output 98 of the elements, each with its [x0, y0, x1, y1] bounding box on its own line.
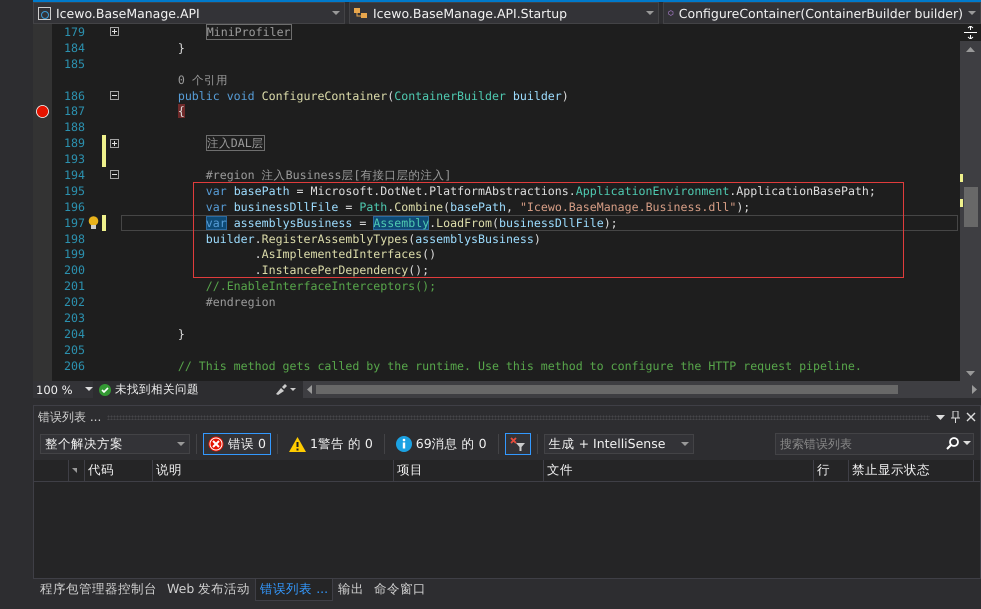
class-icon: [354, 7, 368, 19]
vertical-scrollbar[interactable]: [960, 24, 981, 381]
change-marker: [960, 174, 963, 182]
line-number: 188: [64, 120, 85, 134]
breakpoint-icon[interactable]: [36, 104, 49, 118]
web-project-icon: [38, 6, 51, 20]
code-line: // This method gets called by the runtime. Use this method to configure the HTTP request pipeline.: [176, 360, 862, 372]
code-line: builder.RegisterAssemblyTypes(assemblysBusiness): [204, 232, 541, 245]
change-marker: [960, 199, 963, 207]
code-line: #endregion: [204, 296, 276, 308]
line-number: 189: [64, 136, 85, 150]
brush-icon[interactable]: [275, 384, 297, 395]
caret-icon: [968, 10, 976, 16]
horizontal-scrollbar[interactable]: [303, 381, 981, 398]
line-number: 184: [64, 40, 85, 55]
message-filter-button[interactable]: 69消息 的 0: [390, 433, 492, 455]
scroll-right-icon[interactable]: [972, 385, 977, 394]
scroll-left-icon[interactable]: [307, 385, 312, 394]
line-number: 194: [64, 168, 85, 182]
column-header[interactable]: 文件: [547, 462, 573, 479]
column-header[interactable]: 代码: [88, 462, 114, 479]
code-line: #region 注入Business层[有接口层的注入]: [204, 168, 452, 181]
code-line: }: [176, 42, 185, 54]
panel-tab[interactable]: 命令窗口: [369, 579, 432, 601]
line-number: 199: [64, 247, 85, 262]
filter-button[interactable]: [504, 433, 531, 455]
drag-grip[interactable]: [107, 414, 930, 420]
scroll-thumb[interactable]: [316, 385, 898, 394]
expand-icon[interactable]: [110, 27, 118, 36]
error-filter-button[interactable]: 错误 0: [203, 433, 271, 455]
scroll-up-icon[interactable]: [966, 47, 975, 53]
split-icon: [964, 26, 977, 39]
line-number: 196: [64, 200, 85, 214]
line-number: 200: [64, 263, 85, 278]
member-dropdown[interactable]: ConfigureContainer(ContainerBuilder builder): [663, 2, 981, 24]
warning-icon: [288, 436, 306, 452]
code-line: public void ConfigureContainer(ContainerBuilder builder): [176, 90, 569, 102]
zoom-dropdown[interactable]: 100 %: [33, 381, 93, 398]
code-line: var assemblysBusiness = Assembly.LoadFrom(businessDllFile);: [204, 216, 618, 229]
panel-tab[interactable]: 程序包管理器控制台: [35, 579, 162, 601]
search-icon[interactable]: [946, 437, 959, 450]
scroll-down-icon[interactable]: [966, 371, 975, 377]
reference-count[interactable]: 0 个引用: [122, 74, 228, 86]
line-number: 202: [64, 295, 85, 310]
code-line: //.EnableInterfaceInterceptors();: [204, 280, 436, 292]
caret-icon: [680, 442, 689, 446]
line-number: 185: [64, 56, 85, 71]
info-icon: [396, 436, 412, 452]
line-number: 206: [64, 358, 85, 373]
scope-dropdown[interactable]: 整个解决方案: [40, 434, 190, 454]
caret-icon: [963, 441, 971, 446]
line-number: 204: [64, 326, 85, 341]
line-number: 203: [64, 310, 85, 325]
caret-icon: [332, 10, 340, 16]
code-line: var basePath = Microsoft.DotNet.PlatformAbstractions.ApplicationEnvironment.ApplicationBasePath;: [204, 184, 876, 197]
panel-tab[interactable]: 输出: [333, 579, 370, 601]
collapse-icon[interactable]: [110, 91, 118, 100]
line-number: 197: [64, 216, 85, 230]
line-number: 198: [64, 232, 85, 246]
expand-icon[interactable]: [110, 138, 118, 148]
column-header[interactable]: 禁止显示状态: [852, 462, 930, 479]
line-number: 187: [64, 104, 85, 118]
line-number: 205: [64, 342, 85, 357]
column-header[interactable]: 行: [817, 462, 830, 479]
issues-status[interactable]: 未找到相关问题: [115, 382, 199, 397]
collapse-icon[interactable]: [110, 170, 118, 180]
caret-icon: [646, 10, 654, 16]
filter-icon: [510, 437, 526, 451]
sort-icon[interactable]: [72, 468, 77, 473]
caret-icon: [85, 387, 93, 392]
caret-icon[interactable]: [936, 414, 945, 420]
line-number: 186: [64, 88, 85, 102]
code-line: var businessDllFile = Path.Combine(basePath, "Icewo.BaseManage.Business.dll");: [204, 200, 750, 213]
split-button[interactable]: [960, 24, 981, 41]
panel-title: 错误列表 ...: [38, 408, 102, 426]
column-header[interactable]: 项目: [397, 462, 423, 479]
scroll-thumb[interactable]: [964, 187, 978, 227]
warning-filter-button[interactable]: 1警告 的 0: [284, 433, 378, 455]
code-line: }: [176, 328, 185, 340]
line-number: 179: [64, 24, 85, 39]
panel-tab[interactable]: Web 发布活动: [162, 579, 256, 601]
lightbulb-icon[interactable]: [88, 216, 99, 230]
search-field[interactable]: 搜索错误列表: [775, 433, 974, 455]
close-icon[interactable]: [966, 412, 976, 422]
line-number: 195: [64, 184, 85, 198]
caret-icon: [177, 442, 185, 446]
class-dropdown[interactable]: Icewo.BaseManage.API.Startup: [349, 2, 659, 24]
code-line: .AsImplementedInterfaces(): [254, 248, 436, 260]
line-number: 201: [64, 279, 85, 294]
source-dropdown[interactable]: 生成 + IntelliSense: [544, 434, 694, 454]
error-icon: [208, 436, 224, 452]
column-header[interactable]: 说明: [156, 462, 182, 479]
pin-icon[interactable]: [951, 411, 960, 423]
check-icon: [99, 384, 111, 396]
panel-tab[interactable]: 错误列表 ...: [255, 579, 334, 601]
line-number: 193: [64, 152, 85, 166]
project-dropdown[interactable]: Icewo.BaseManage.API: [33, 2, 345, 24]
code-line: .InstancePerDependency();: [254, 264, 430, 276]
